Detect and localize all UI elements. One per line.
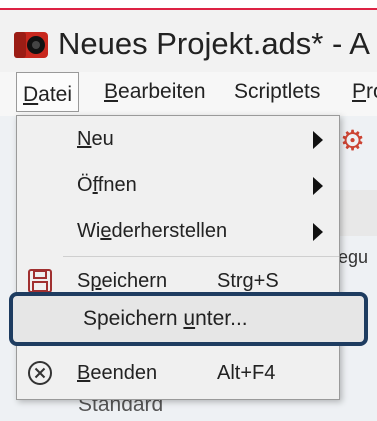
menu-projekt[interactable]: Pro: [352, 80, 377, 104]
toolbar-icon-partial[interactable]: ⚙: [340, 124, 365, 157]
close-circle-icon: [28, 361, 52, 385]
top-strip: [0, 0, 377, 8]
app-icon: [14, 32, 48, 58]
menu-item-label: Öffnen: [77, 174, 137, 196]
submenu-arrow-icon: [313, 177, 323, 195]
menu-item-speichern-unter[interactable]: Speichern unter...: [9, 292, 368, 346]
save-icon: [28, 269, 52, 293]
shortcut-label: Alt+F4: [217, 362, 276, 384]
menu-item-oeffnen[interactable]: Öffnen: [17, 164, 339, 210]
menu-item-neu[interactable]: Neu: [17, 118, 339, 164]
menu-bar: Datei Bearbeiten Scriptlets Pro: [0, 72, 377, 116]
file-menu-dropdown: Neu Öffnen Wiederherstellen Speichern St…: [16, 115, 340, 400]
menu-item-wiederherstellen[interactable]: Wiederherstellen: [17, 210, 339, 256]
menu-item-label: Speichern unter...: [83, 307, 248, 330]
window-title: Neues Projekt.ads* - A: [58, 26, 370, 61]
workspace-partial-label: egu: [338, 247, 369, 267]
workspace-panel-strip: [337, 190, 377, 236]
shortcut-label: Strg+S: [217, 270, 279, 292]
menu-scriptlets[interactable]: Scriptlets: [234, 80, 320, 104]
menu-item-beenden[interactable]: Beenden Alt+F4: [17, 352, 339, 398]
menu-item-label: Wiederherstellen: [77, 220, 228, 242]
title-bar: Neues Projekt.ads* - A: [0, 10, 377, 68]
submenu-arrow-icon: [313, 223, 323, 241]
menu-bearbeiten[interactable]: Bearbeiten: [104, 80, 206, 104]
menu-item-label: Beenden: [77, 362, 158, 384]
menu-datei[interactable]: Datei: [16, 72, 80, 112]
menu-item-label: Speichern: [77, 270, 168, 292]
menu-item-label: Neu: [77, 128, 114, 150]
submenu-arrow-icon: [313, 131, 323, 149]
menu-separator: [63, 256, 339, 257]
